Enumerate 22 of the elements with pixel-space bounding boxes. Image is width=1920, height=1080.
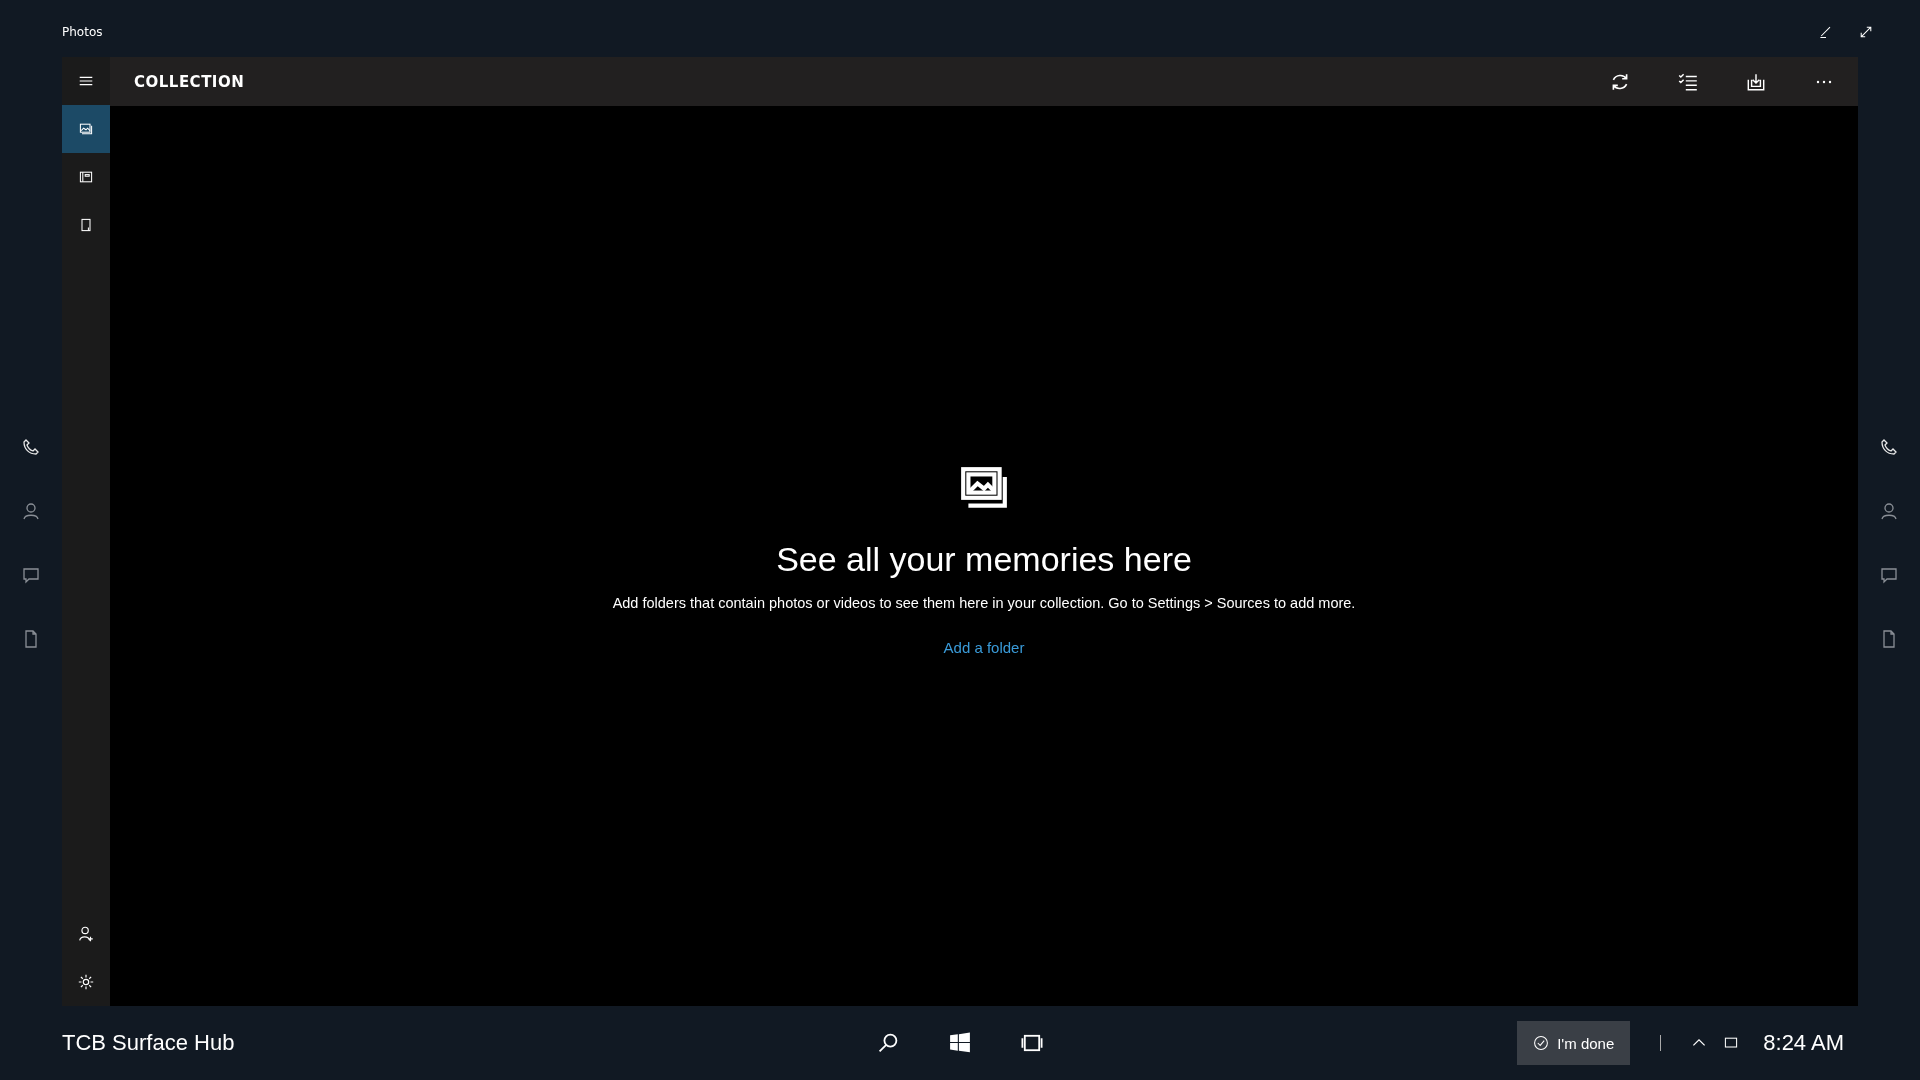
nav-item[interactable] [62,105,110,153]
phone-icon[interactable] [1879,437,1899,457]
album-icon [78,169,94,185]
add-folder-link[interactable]: Add a folder [943,639,1025,656]
chat-icon[interactable] [1879,565,1899,585]
chat-icon[interactable] [21,565,41,585]
done-button[interactable]: I'm done [1517,1021,1631,1065]
device-name: TCB Surface Hub [62,1030,236,1056]
empty-state-heading: See all your memories here [776,540,1192,579]
person-plus-icon [77,925,95,943]
photos-icon [78,121,94,137]
more-icon [1816,79,1832,84]
window-title: Photos [62,23,104,39]
phone-icon[interactable] [21,437,41,457]
person-icon[interactable] [21,501,41,521]
windows-logo-icon [949,1032,971,1054]
empty-state-message: Add folders that contain photos or videos to see them here in your collection. Go to Settings > Sources to add more. [612,595,1356,611]
search-icon [876,1031,900,1055]
clock: 8:24 AM [1763,1030,1844,1056]
person-icon[interactable] [1879,501,1899,521]
check-circle-icon [1533,1035,1550,1051]
page-title: COLLECTION [134,72,246,91]
